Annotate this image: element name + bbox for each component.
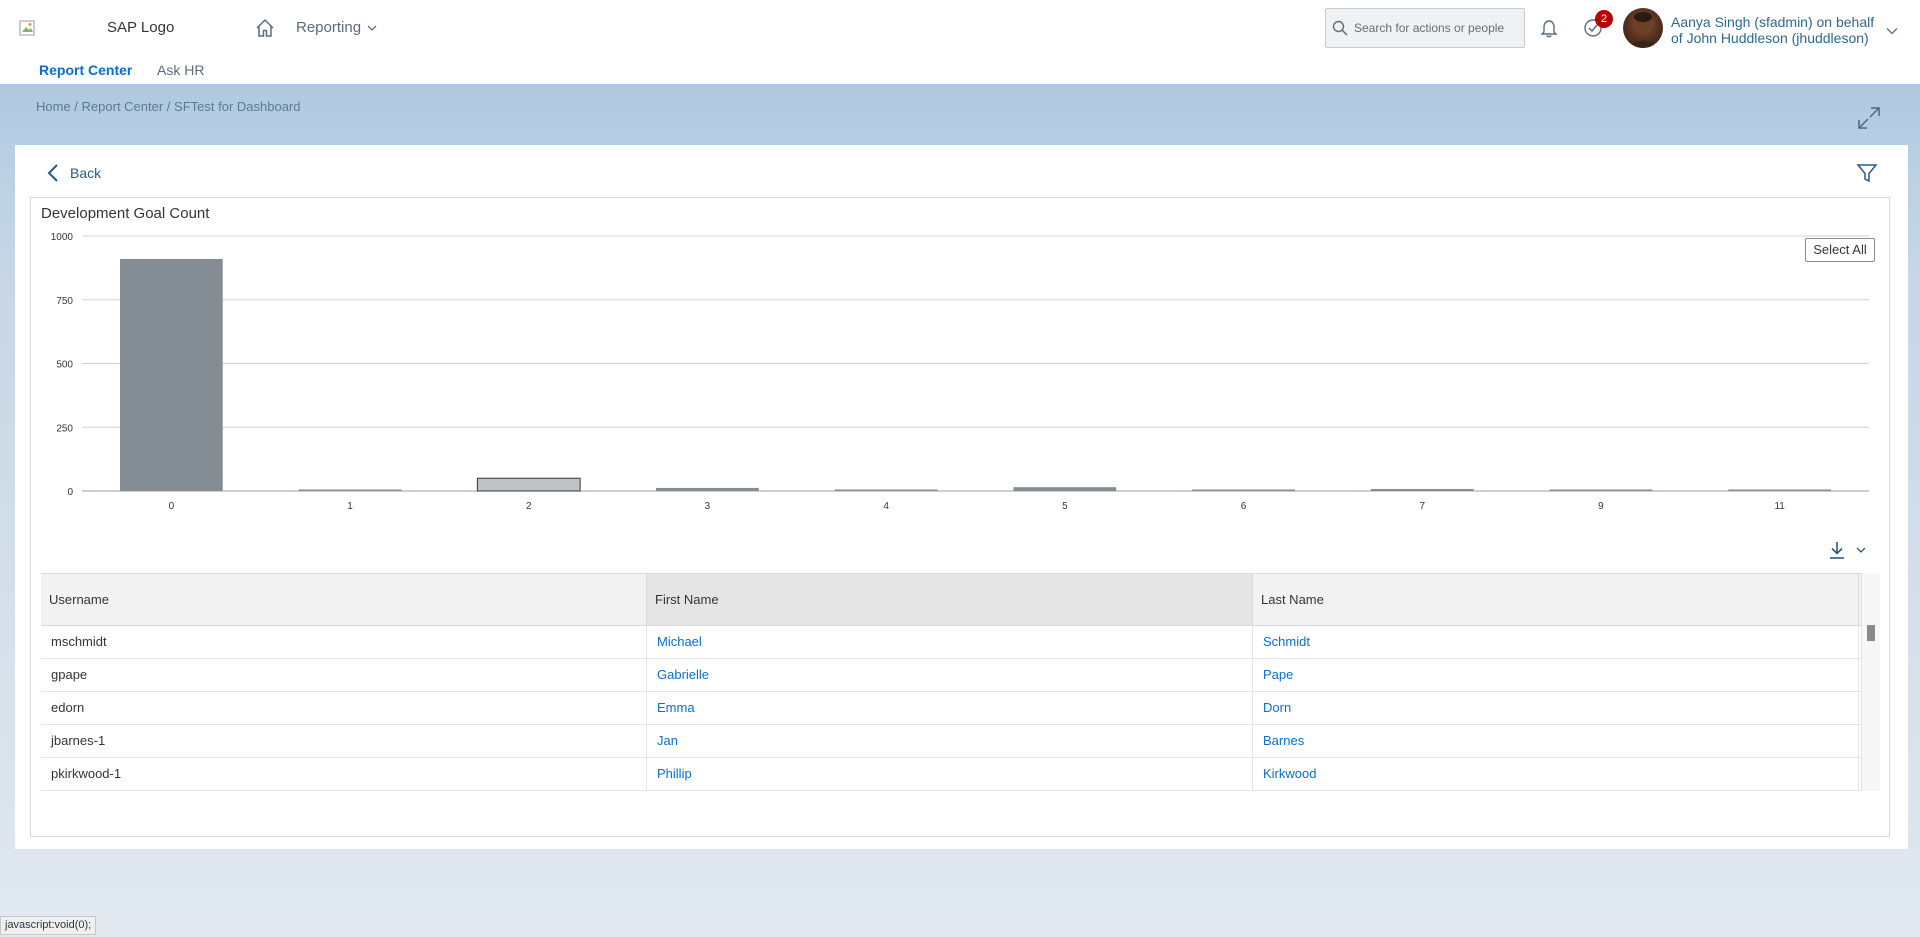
cell-username: pkirkwood-1: [41, 758, 647, 790]
chevron-down-icon: [1856, 547, 1866, 553]
x-tick-label: 7: [1419, 501, 1425, 512]
column-header-first-name[interactable]: First Name: [647, 574, 1253, 625]
cell-last-name[interactable]: Schmidt: [1253, 626, 1859, 658]
cell-first-name[interactable]: Phillip: [647, 758, 1253, 790]
status-bar: javascript:void(0);: [0, 916, 97, 935]
reporting-menu[interactable]: Reporting: [296, 19, 377, 36]
select-all-button[interactable]: Select All: [1805, 238, 1875, 262]
user-menu-chevron-icon[interactable]: [1886, 22, 1898, 40]
reporting-menu-label: Reporting: [296, 19, 362, 36]
breadcrumb-report-center[interactable]: Report Center: [82, 99, 164, 114]
table-row: jbarnes-1 Jan Barnes: [41, 725, 1879, 758]
todo-count-badge: 2: [1595, 10, 1613, 28]
breadcrumb-separator: /: [163, 99, 175, 114]
x-tick-label: 3: [705, 501, 711, 512]
table-header: Username First Name Last Name: [41, 574, 1879, 626]
tab-ask-hr[interactable]: Ask HR: [157, 58, 204, 82]
chart-bar[interactable]: [476, 477, 581, 492]
cell-first-name[interactable]: Emma: [647, 692, 1253, 724]
home-icon[interactable]: [254, 17, 276, 39]
breadcrumb-home[interactable]: Home: [36, 99, 71, 114]
cell-first-name[interactable]: Michael: [647, 626, 1253, 658]
logo-image-icon[interactable]: [19, 20, 35, 36]
cell-last-name[interactable]: Dorn: [1253, 692, 1859, 724]
chart-bar[interactable]: [1549, 489, 1653, 492]
breadcrumb-current: SFTest for Dashboard: [174, 99, 301, 114]
chart-bar[interactable]: [1728, 489, 1832, 492]
download-icon: [1830, 542, 1844, 559]
x-tick-label: 4: [883, 501, 889, 512]
cell-first-name[interactable]: Gabrielle: [647, 659, 1253, 691]
search-placeholder: Search for actions or people: [1354, 21, 1505, 35]
table-row: edorn Emma Dorn: [41, 692, 1879, 725]
user-menu[interactable]: Aanya Singh (sfadmin) on behalf of John …: [1671, 14, 1874, 46]
cell-username: mschmidt: [41, 626, 647, 658]
chart-bar[interactable]: [1370, 488, 1474, 491]
chart-bar[interactable]: [1192, 489, 1295, 492]
shell-header: SAP Logo Reporting Search for actions or…: [0, 0, 1920, 84]
bar-chart: 0 250 500 750 1000 0 1 2 3 4 5 6 7 9 11: [51, 232, 1869, 512]
x-tick-label: 2: [526, 501, 532, 512]
expand-icon[interactable]: [1857, 106, 1881, 135]
y-tick-label: 500: [56, 360, 73, 371]
cell-username: edorn: [41, 692, 647, 724]
search-input[interactable]: Search for actions or people: [1325, 8, 1525, 48]
user-name-line1: Aanya Singh (sfadmin) on behalf: [1671, 14, 1875, 30]
column-header-last-name[interactable]: Last Name: [1253, 574, 1859, 625]
cell-username: jbarnes-1: [41, 725, 647, 757]
chart-title: Development Goal Count: [41, 205, 210, 222]
breadcrumb: Home / Report Center / SFTest for Dashbo…: [36, 99, 300, 114]
download-menu[interactable]: [1828, 540, 1866, 560]
chevron-down-icon: [367, 25, 377, 31]
x-tick-label: 0: [169, 501, 175, 512]
results-table: Username First Name Last Name mschmidt M…: [41, 573, 1879, 792]
column-header-username[interactable]: Username: [41, 574, 647, 625]
x-tick-label: 11: [1774, 501, 1785, 512]
table-row: gpape Gabrielle Pape: [41, 659, 1879, 692]
back-arrow-icon: [47, 164, 58, 182]
filter-icon[interactable]: [1856, 162, 1878, 189]
chart-bar[interactable]: [1013, 487, 1117, 491]
bell-icon[interactable]: [1538, 17, 1560, 44]
chart-bar[interactable]: [119, 258, 223, 491]
logo-text: SAP Logo: [107, 19, 175, 36]
x-tick-label: 5: [1062, 501, 1068, 512]
cell-first-name[interactable]: Jan: [647, 725, 1253, 757]
back-label: Back: [70, 165, 102, 181]
user-name-line2: of John Huddleson (jhuddleson): [1671, 30, 1869, 46]
chart-bar[interactable]: [656, 487, 759, 491]
avatar[interactable]: [1623, 8, 1663, 48]
x-tick-label: 6: [1241, 501, 1247, 512]
cell-username: gpape: [41, 659, 647, 691]
chart-bar[interactable]: [298, 489, 402, 492]
back-button[interactable]: Back: [46, 163, 101, 183]
x-tick-label: 1: [347, 501, 353, 512]
cell-last-name[interactable]: Barnes: [1253, 725, 1859, 757]
cell-last-name[interactable]: Pape: [1253, 659, 1859, 691]
y-tick-label: 1000: [51, 232, 74, 243]
table-row: mschmidt Michael Schmidt: [41, 626, 1879, 659]
table-scrollbar[interactable]: [1861, 573, 1880, 791]
scrollbar-thumb[interactable]: [1867, 625, 1875, 641]
cell-last-name[interactable]: Kirkwood: [1253, 758, 1859, 790]
tab-report-center[interactable]: Report Center: [39, 58, 132, 82]
x-tick-label: 9: [1598, 501, 1604, 512]
y-tick-label: 250: [56, 423, 73, 434]
chart-bar[interactable]: [834, 489, 938, 492]
breadcrumb-separator: /: [70, 99, 82, 114]
y-tick-label: 750: [56, 296, 73, 307]
y-tick-label: 0: [67, 487, 73, 498]
search-icon: [1332, 20, 1348, 36]
table-row: pkirkwood-1 Phillip Kirkwood: [41, 758, 1879, 791]
